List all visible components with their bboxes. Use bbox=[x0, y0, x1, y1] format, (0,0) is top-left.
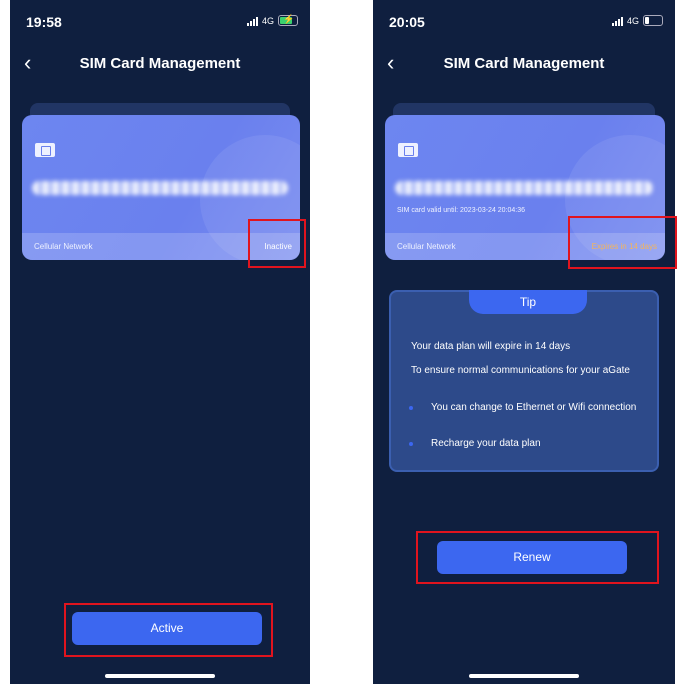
bullet-dot bbox=[409, 442, 413, 446]
status-indicators: 4G ⚡ bbox=[246, 14, 298, 26]
tip-intro: To ensure normal communications for your… bbox=[411, 365, 630, 376]
tip-title: Tip bbox=[469, 290, 587, 314]
sim-chip-icon bbox=[35, 143, 55, 157]
tip-bullet: You can change to Ethernet or Wifi conne… bbox=[431, 402, 637, 413]
battery-icon: ⚡ bbox=[278, 14, 298, 26]
network-type-label: Cellular Network bbox=[34, 242, 93, 251]
status-time: 20:05 bbox=[389, 14, 425, 30]
status-time: 19:58 bbox=[26, 14, 62, 30]
sim-valid-until: SIM card valid until: 2023-03-24 20:04:3… bbox=[397, 207, 526, 214]
nav-bar: ‹ SIM Card Management bbox=[10, 52, 310, 76]
battery-icon bbox=[643, 15, 663, 26]
sim-chip-icon bbox=[398, 143, 418, 157]
network-label: 4G bbox=[261, 15, 274, 26]
page-title: SIM Card Management bbox=[79, 55, 241, 72]
tip-panel: Tip Your data plan will expire in 14 day… bbox=[389, 290, 659, 472]
highlight-box bbox=[416, 531, 659, 584]
network-label: 4G bbox=[626, 15, 639, 26]
nav-bar: ‹ SIM Card Management bbox=[373, 52, 675, 76]
tip-message: Your data plan will expire in 14 days bbox=[411, 341, 571, 352]
highlight-box bbox=[248, 219, 306, 268]
phone-screen-left: 19:58 4G ⚡ ‹ SIM Card Management Cellula… bbox=[10, 0, 310, 684]
status-bar: 19:58 4G ⚡ bbox=[10, 0, 310, 30]
status-indicators: 4G bbox=[611, 15, 663, 26]
home-indicator bbox=[469, 674, 579, 678]
masked-sim-number bbox=[395, 181, 653, 195]
highlight-box bbox=[64, 603, 273, 657]
bullet-dot bbox=[409, 406, 413, 410]
network-type-label: Cellular Network bbox=[397, 242, 456, 251]
status-bar: 20:05 4G bbox=[373, 0, 675, 30]
home-indicator bbox=[105, 674, 215, 678]
masked-sim-number bbox=[32, 181, 288, 195]
highlight-box bbox=[568, 216, 677, 269]
signal-bars-icon bbox=[611, 16, 623, 26]
tip-bullet: Recharge your data plan bbox=[431, 438, 541, 449]
page-title: SIM Card Management bbox=[443, 55, 605, 72]
signal-bars-icon bbox=[246, 16, 258, 26]
